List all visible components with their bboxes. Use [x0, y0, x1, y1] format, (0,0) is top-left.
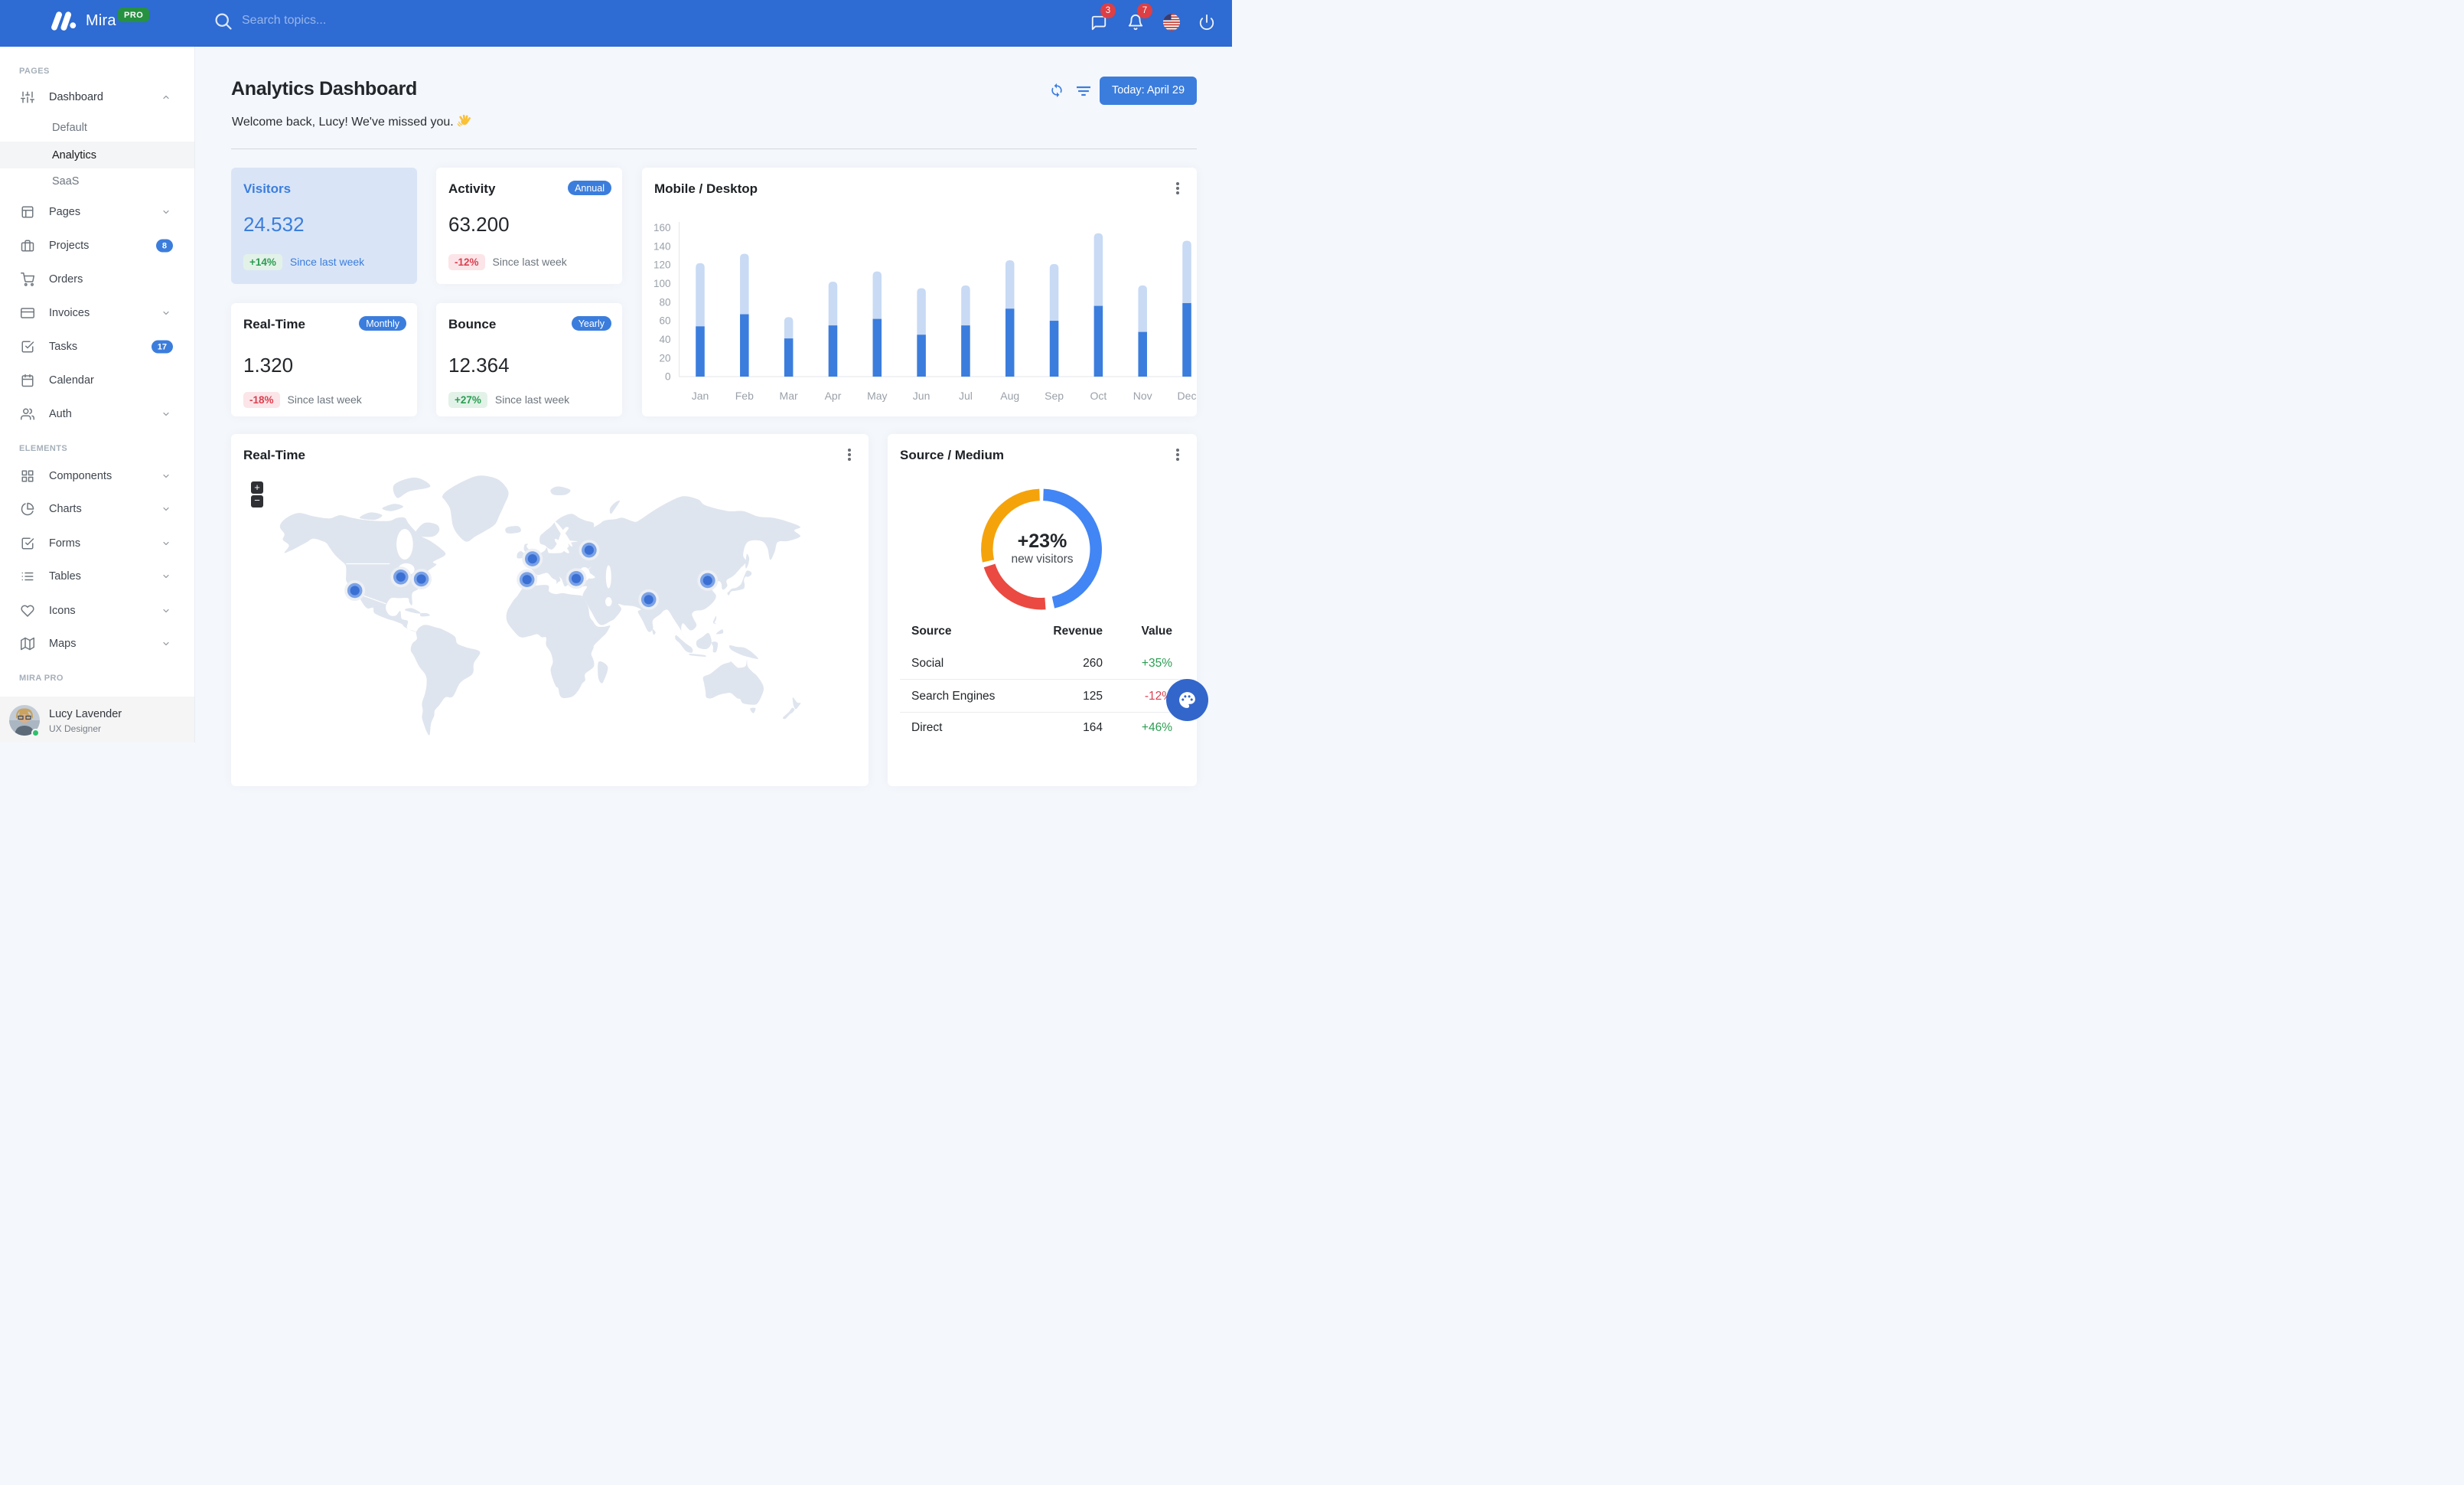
svg-text:Mar: Mar: [780, 390, 798, 402]
svg-text:Aug: Aug: [1000, 390, 1019, 402]
svg-text:Jan: Jan: [692, 390, 709, 402]
svg-text:20: 20: [659, 352, 670, 364]
svg-text:Sep: Sep: [1045, 390, 1064, 402]
svg-text:160: 160: [653, 222, 671, 233]
svg-text:Nov: Nov: [1133, 390, 1152, 402]
svg-text:40: 40: [659, 334, 670, 345]
svg-text:Jun: Jun: [913, 390, 931, 402]
svg-text:120: 120: [653, 259, 671, 271]
svg-text:May: May: [867, 390, 887, 402]
svg-text:Feb: Feb: [735, 390, 754, 402]
svg-text:100: 100: [653, 278, 671, 289]
svg-text:140: 140: [653, 240, 671, 252]
svg-text:Dec: Dec: [1178, 390, 1197, 402]
svg-text:Oct: Oct: [1090, 390, 1107, 402]
svg-text:60: 60: [659, 315, 670, 327]
svg-text:Jul: Jul: [959, 390, 973, 402]
svg-text:0: 0: [665, 371, 671, 383]
svg-text:80: 80: [659, 296, 670, 308]
svg-text:Apr: Apr: [825, 390, 842, 402]
